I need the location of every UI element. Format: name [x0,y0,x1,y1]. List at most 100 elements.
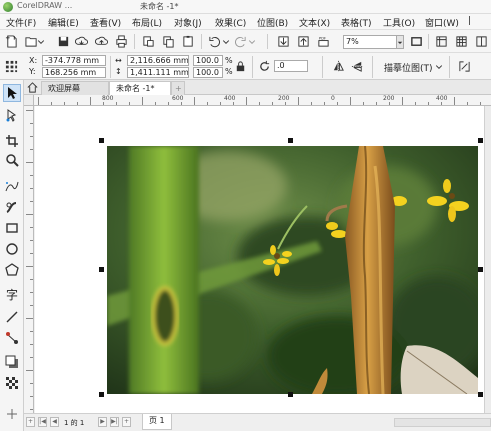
bitmap-image[interactable] [107,146,478,394]
cloud-upload-icon[interactable] [93,33,109,49]
selection-handle[interactable] [99,392,104,397]
ruler-tick [428,102,429,105]
freehand-tool-icon[interactable] [3,177,21,195]
drop-shadow-tool-icon[interactable] [3,353,21,371]
ruler-tick [30,149,33,150]
copy-icon[interactable] [160,33,176,49]
ruler-origin[interactable] [24,95,34,106]
scale-y-field[interactable]: 100.0 [193,67,223,78]
parallel-dimension-tool-icon[interactable] [3,308,21,326]
menu-more[interactable]: | [468,16,471,26]
y-position-field[interactable]: 168.256 mm [42,67,106,78]
menu-text[interactable]: 文本(X) [299,16,330,29]
home-icon[interactable] [26,80,39,94]
tab-untitled-document[interactable]: 未命名 -1* [109,81,171,95]
menu-view[interactable]: 查看(V) [90,16,121,29]
add-tool-icon[interactable] [3,405,21,423]
undo-icon[interactable] [206,33,222,49]
scale-x-field[interactable]: 100.0 [193,55,223,66]
bitmap-transform-icon[interactable] [456,58,472,74]
artistic-media-tool-icon[interactable] [3,198,21,216]
menu-layout[interactable]: 布局(L) [132,16,162,29]
ellipse-tool-icon[interactable] [3,240,21,258]
trace-bitmap-dropdown-icon[interactable] [435,58,443,74]
menu-file[interactable]: 文件(F) [6,16,36,29]
menu-object[interactable]: 对象(J) [174,16,202,29]
ruler-tick [30,409,33,410]
ruler-tick [38,97,39,105]
connector-tool-icon[interactable] [3,329,21,347]
vertical-ruler[interactable] [24,106,34,413]
ruler-tick [30,175,33,176]
save-icon[interactable] [55,33,71,49]
rotation-angle-field[interactable]: .0 [274,60,308,72]
ruler-tick [26,214,33,215]
export-icon[interactable] [295,33,311,49]
undo-dropdown-icon[interactable] [222,33,230,49]
trace-bitmap-button[interactable]: 描摹位图(T) [384,61,433,74]
drawing-canvas[interactable] [35,106,484,413]
polygon-tool-icon[interactable] [3,261,21,279]
open-dropdown-icon[interactable] [37,33,45,49]
cloud-download-icon[interactable] [73,33,89,49]
x-label: X: [29,56,38,65]
publish-pdf-icon[interactable]: PDF [315,33,331,49]
selection-handle[interactable] [478,138,483,143]
page-navigator: + |◀ ◀ 1 的 1 ▶ ▶| + 页 1 [24,413,491,431]
ruler-tick [324,102,325,105]
vertical-scrollbar[interactable] [484,106,491,413]
add-page-after-icon[interactable]: + [122,417,131,427]
tab-welcome-screen[interactable]: 欢迎屏幕 [41,81,109,95]
mirror-horizontal-icon[interactable] [330,58,346,74]
menu-table[interactable]: 表格(T) [341,16,372,29]
selection-handle[interactable] [99,138,104,143]
rectangle-tool-icon[interactable] [3,219,21,237]
redo-icon[interactable] [232,33,248,49]
selection-handle[interactable] [288,138,293,143]
zoom-dropdown-icon[interactable] [396,35,404,49]
new-document-icon[interactable] [3,33,19,49]
add-page-before-icon[interactable]: + [26,417,35,427]
page-tab-1[interactable]: 页 1 [142,414,172,430]
menu-window[interactable]: 窗口(W) [425,16,459,29]
text-tool-icon[interactable]: 字 [3,285,21,303]
full-screen-icon[interactable] [408,33,424,49]
menu-edit[interactable]: 编辑(E) [48,16,79,29]
zoom-level-field[interactable]: 7% [343,35,403,49]
object-origin-icon[interactable] [3,58,19,74]
print-icon[interactable] [113,33,129,49]
redo-dropdown-icon[interactable] [248,33,256,49]
selection-handle[interactable] [478,267,483,272]
crop-tool-icon[interactable] [3,132,21,150]
tab-new-document[interactable]: + [171,81,185,95]
height-field[interactable]: 1,411.111 mm [127,67,189,78]
ruler-tick [467,102,468,105]
import-icon[interactable] [275,33,291,49]
show-guidelines-icon[interactable] [473,33,489,49]
lock-ratio-icon[interactable] [232,58,248,74]
show-rulers-icon[interactable] [433,33,449,49]
transparency-tool-icon[interactable] [3,374,21,392]
mirror-vertical-icon[interactable] [349,58,365,74]
horizontal-ruler[interactable]: 800 600 400 200 0 200 400 [34,95,491,106]
next-page-icon[interactable]: ▶ [98,417,107,427]
show-grid-icon[interactable] [453,33,469,49]
selection-handle[interactable] [99,267,104,272]
previous-page-icon[interactable]: ◀ [50,417,59,427]
x-position-field[interactable]: -374.778 mm [42,55,106,66]
horizontal-scrollbar[interactable] [394,418,491,427]
menu-tools[interactable]: 工具(O) [383,16,415,29]
selection-handle[interactable] [478,392,483,397]
first-page-icon[interactable]: |◀ [38,417,47,427]
zoom-tool-icon[interactable] [3,151,21,169]
last-page-icon[interactable]: ▶| [110,417,119,427]
cut-icon[interactable] [140,33,156,49]
paste-icon[interactable] [180,33,196,49]
menu-bitmaps[interactable]: 位图(B) [257,16,288,29]
shape-tool-icon[interactable] [3,106,21,124]
width-field[interactable]: 2,116.666 mm [127,55,189,66]
menu-effects[interactable]: 效果(C) [215,16,246,29]
pick-tool-icon[interactable] [3,84,21,102]
selection-handle[interactable] [288,392,293,397]
ruler-tick [272,102,273,105]
